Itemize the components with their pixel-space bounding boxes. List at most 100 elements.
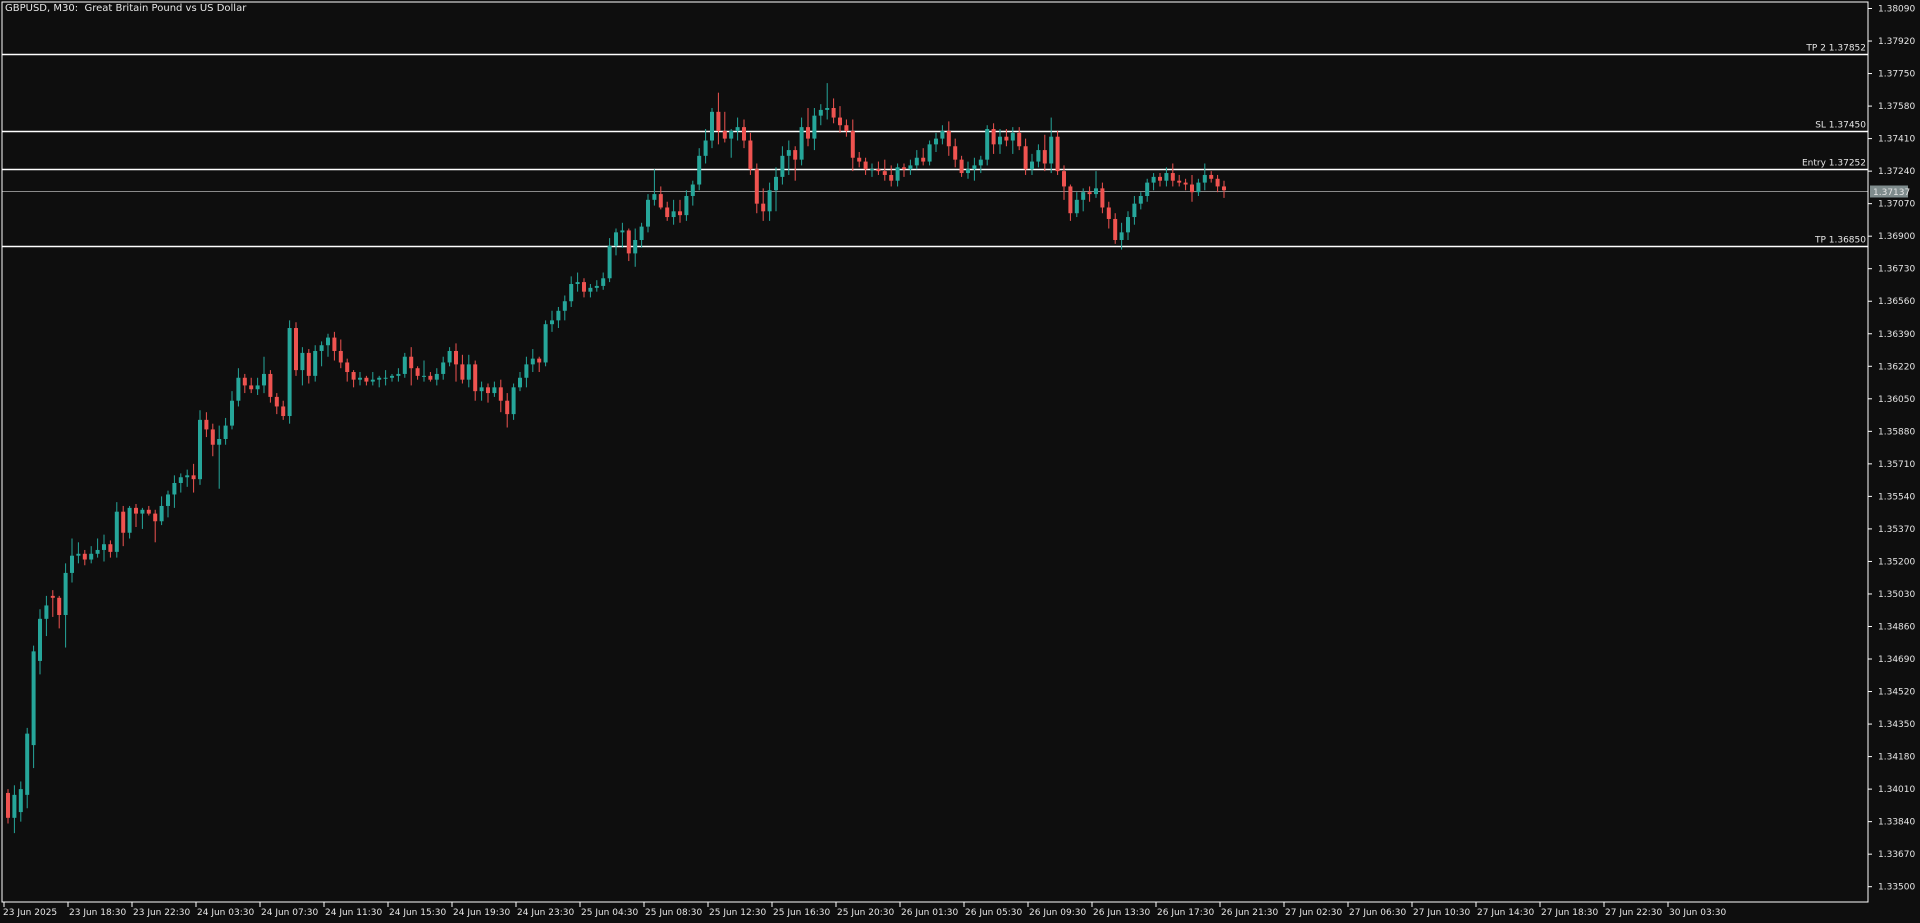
candle [345,358,350,382]
candle-body [402,356,407,374]
candle [166,490,170,518]
candle-body [1158,176,1162,181]
candle [940,125,945,145]
candle-body [114,511,119,552]
candle [1049,117,1054,174]
candle-body [876,169,881,172]
candle-body [934,138,938,145]
candle [274,393,279,415]
candle-body [434,373,439,380]
candle-body [1036,150,1041,162]
candle [633,228,638,267]
candle [25,727,30,809]
candlestick-chart[interactable]: TP 2 1.37852 SL 1.37450 Entry 1.37252 TP 1.… [0,0,1920,923]
candle-body [274,396,279,407]
candle [1222,180,1226,198]
candle [742,119,746,149]
candle-body [690,184,695,197]
candle [946,121,951,156]
candle-body [806,127,810,139]
candle [1138,192,1143,210]
candle-body [76,553,81,556]
candle [242,373,247,394]
candle [934,132,938,152]
candle [844,119,849,137]
plot-frame [1,1,1869,903]
candle-body [255,385,260,390]
candle-body [236,377,241,401]
candle [575,272,580,292]
price-tick-label: 1.36900 [1878,232,1915,242]
candle [63,563,68,648]
price-tick-label: 1.36050 [1878,395,1915,405]
candle-body [748,140,753,170]
candle-body [857,157,862,162]
candle-body [498,387,503,401]
candle-body [198,419,202,480]
candle [678,199,682,223]
candle [102,534,106,562]
candle [518,372,522,392]
candle [1183,178,1188,191]
candle-body [710,111,714,141]
candle [953,138,958,168]
candle-body [716,111,721,131]
price-tick-label: 1.36730 [1878,265,1915,275]
candle-body [422,375,426,377]
candle-body [262,373,266,386]
candle-body [1094,188,1098,195]
candle-body [774,176,778,191]
candle [921,148,926,166]
price-tick-label: 1.34690 [1878,655,1915,665]
candle [441,356,446,380]
candle [793,146,798,181]
price-tick-label: 1.35030 [1878,590,1915,600]
candle [1209,171,1214,183]
time-tick-label: 26 Jun 01:30 [901,908,958,918]
price-tick-label: 1.35880 [1878,427,1915,437]
candle [735,117,740,141]
candle [460,354,465,384]
candle [6,789,10,824]
time-tick-label: 23 Jun 22:30 [133,908,190,918]
candle-body [1183,182,1188,185]
candle [722,111,727,143]
candle [204,412,209,438]
candle [262,356,266,394]
candle-body [364,377,369,382]
candle [1190,174,1194,202]
time-tick-label: 27 Jun 18:30 [1541,908,1598,918]
candle-body [191,475,196,480]
candle [1113,213,1118,244]
price-tick-label: 1.34180 [1878,753,1915,763]
candle [422,360,426,382]
candle-body [383,377,388,379]
candle-body [1222,186,1226,191]
candle-body [966,169,970,174]
candle [89,546,94,564]
candle-body [1068,186,1073,214]
candle [1068,184,1073,221]
candle [569,276,574,307]
candle-body [524,364,529,378]
price-tick-label: 1.34520 [1878,688,1915,698]
candle [607,238,612,283]
candle-body [895,167,900,181]
candle-body [12,794,17,818]
candle-body [390,375,394,378]
candle-body [614,232,618,246]
candle-body [786,150,791,156]
candle-body [639,226,644,241]
price-tick-label: 1.36220 [1878,362,1915,372]
candle-body [1017,132,1022,147]
candle-body [415,368,420,376]
candle [281,400,286,420]
candle-body [294,328,298,371]
candle-body [518,377,522,388]
candle-body [850,130,855,158]
candle [818,104,823,126]
candle-body [722,130,727,139]
candle [18,781,23,822]
price-tick-label: 1.37240 [1878,167,1915,177]
candle-body [306,352,311,376]
